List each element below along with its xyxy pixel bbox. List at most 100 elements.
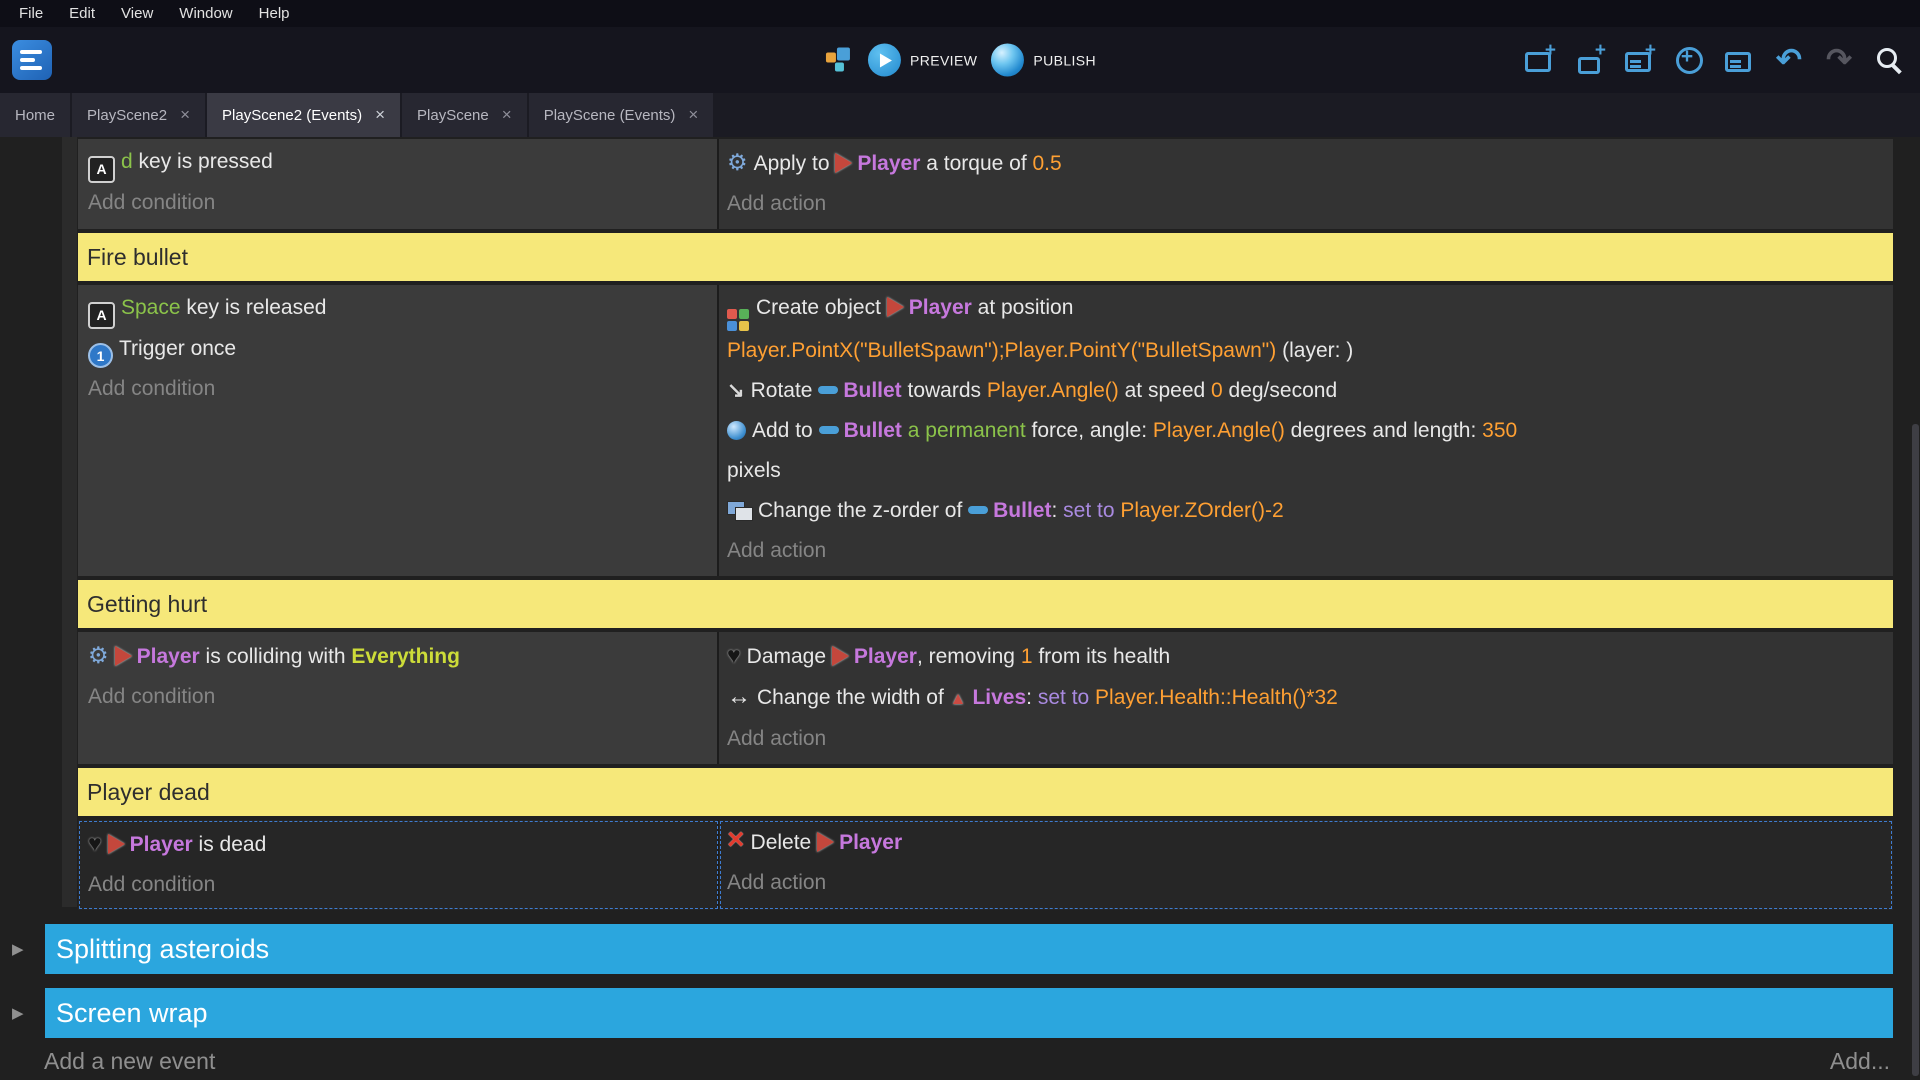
text-segment: Delete: [751, 831, 818, 854]
text-segment: Player: [130, 833, 193, 856]
text-segment: Player: [909, 296, 972, 319]
add-new-event-button[interactable]: Add a new event: [44, 1048, 215, 1075]
menu-item-file[interactable]: File: [6, 0, 56, 27]
action-line[interactable]: ⚙Apply to Player a torque of 0.5: [727, 142, 1883, 184]
action-cell: ×Delete PlayerAdd action: [719, 820, 1893, 910]
add-action-button[interactable]: Add action: [727, 863, 1883, 903]
action-line[interactable]: Change the z-order of Bullet: set to Pla…: [727, 491, 1883, 531]
text-segment: from its health: [1033, 645, 1171, 668]
comment-bar[interactable]: Getting hurt: [78, 580, 1893, 628]
text-segment: Player: [137, 645, 200, 668]
player-icon: [835, 153, 852, 173]
text-segment: degrees and length:: [1285, 419, 1482, 442]
trigger-icon: 1: [88, 343, 113, 368]
collapse-arrow-icon[interactable]: ▶: [12, 940, 24, 958]
text-segment: set to: [1063, 499, 1120, 522]
tab-playscene2[interactable]: PlayScene2×: [72, 93, 205, 137]
text-segment: a torque of: [920, 152, 1032, 175]
condition-line[interactable]: ♥Player is dead: [88, 823, 707, 865]
comment-bar[interactable]: Fire bullet: [78, 233, 1893, 281]
heart-icon: ♥: [88, 823, 102, 863]
text-segment: Player: [854, 645, 917, 668]
group-bar[interactable]: ▶Splitting asteroids: [45, 924, 1893, 974]
redo-icon[interactable]: ↷: [1822, 43, 1856, 77]
tab-close-icon[interactable]: ×: [688, 105, 698, 125]
condition-line[interactable]: Ad key is pressed: [88, 142, 707, 183]
action-line[interactable]: ↔Change the width of ▲Lives: set to Play…: [727, 677, 1883, 719]
add-condition-button[interactable]: Add condition: [88, 865, 707, 905]
gear-icon: ⚙: [727, 142, 748, 182]
tab-playscene[interactable]: PlayScene×: [402, 93, 527, 137]
text-segment: d: [121, 150, 133, 173]
event-row: Ad key is pressedAdd condition⚙Apply to …: [78, 139, 1893, 229]
text-segment: Space: [121, 296, 181, 319]
menu-item-help[interactable]: Help: [246, 0, 303, 27]
text-segment: key is released: [181, 296, 327, 319]
heart-icon: ♥: [727, 635, 741, 675]
tab-close-icon[interactable]: ×: [180, 105, 190, 125]
add-action-button[interactable]: Add action: [727, 719, 1883, 759]
add-condition-button[interactable]: Add condition: [88, 369, 707, 409]
text-segment: Player: [839, 831, 902, 854]
add-action-button[interactable]: Add action: [727, 531, 1883, 571]
action-line[interactable]: ♥Damage Player, removing 1 from its heal…: [727, 635, 1883, 677]
condition-line[interactable]: ASpace key is released: [88, 288, 707, 329]
condition-line[interactable]: 1Trigger once: [88, 329, 707, 369]
tab-label: PlayScene2 (Events): [222, 107, 362, 124]
tab-bar: HomePlayScene2×PlayScene2 (Events)×PlayS…: [0, 93, 1920, 137]
group-title: Splitting asteroids: [56, 934, 269, 965]
tab-home[interactable]: Home: [0, 93, 70, 137]
condition-cell: Ad key is pressedAdd condition: [78, 139, 719, 229]
preview-button[interactable]: PREVIEW: [868, 44, 977, 77]
add-action-button[interactable]: Add action: [727, 184, 1883, 224]
gdevelop-logo-icon[interactable]: [12, 40, 52, 80]
text-segment: Player: [857, 152, 920, 175]
search-icon[interactable]: [1872, 43, 1906, 77]
preview-options-icon[interactable]: [824, 45, 854, 75]
event-row: ⚙Player is colliding with EverythingAdd …: [78, 632, 1893, 764]
action-cell: ♥Damage Player, removing 1 from its heal…: [719, 632, 1893, 764]
add-choose-event-icon[interactable]: +: [1672, 43, 1706, 77]
tab-playscene-events-[interactable]: PlayScene (Events)×: [529, 93, 714, 137]
action-line[interactable]: ↘Rotate Bullet towards Player.Angle() at…: [727, 371, 1883, 411]
action-cell: Create object Player at position Player.…: [719, 285, 1893, 576]
add-more-button[interactable]: Add...: [1830, 1048, 1890, 1075]
add-sub-event-icon[interactable]: +: [1572, 43, 1606, 77]
undo-icon[interactable]: ↶: [1772, 43, 1806, 77]
text-segment: set to: [1038, 686, 1095, 709]
comment-text: Fire bullet: [87, 244, 188, 271]
toolbar-right-icons: + + + + ↶ ↷: [1522, 43, 1920, 77]
text-segment: 0: [1211, 379, 1223, 402]
tab-close-icon[interactable]: ×: [502, 105, 512, 125]
action-line[interactable]: ×Delete Player: [727, 823, 1883, 863]
add-event-icon[interactable]: +: [1522, 43, 1556, 77]
text-segment: is colliding with: [200, 645, 352, 668]
keyboard-icon: A: [88, 156, 115, 183]
toolbar: PREVIEW PUBLISH + + + + ↶ ↷: [0, 27, 1920, 93]
text-segment: Player.Angle(): [987, 379, 1119, 402]
condition-line[interactable]: ⚙Player is colliding with Everything: [88, 635, 707, 677]
player-icon: [108, 834, 125, 854]
add-comment-icon[interactable]: +: [1622, 43, 1656, 77]
add-condition-button[interactable]: Add condition: [88, 183, 707, 223]
condition-cell: ASpace key is released1Trigger onceAdd c…: [78, 285, 719, 576]
force-icon: [727, 421, 746, 440]
player-icon: [832, 646, 849, 666]
group-bar[interactable]: ▶Screen wrap: [45, 988, 1893, 1038]
menu-item-window[interactable]: Window: [166, 0, 245, 27]
publish-button[interactable]: PUBLISH: [991, 44, 1096, 77]
vertical-scrollbar[interactable]: [1912, 424, 1919, 1076]
comment-text: Getting hurt: [87, 591, 207, 618]
edit-events-icon[interactable]: [1722, 43, 1756, 77]
add-condition-button[interactable]: Add condition: [88, 677, 707, 717]
comment-bar[interactable]: Player dead: [78, 768, 1893, 816]
text-segment: at speed: [1119, 379, 1211, 402]
menu-item-edit[interactable]: Edit: [56, 0, 108, 27]
collapse-arrow-icon[interactable]: ▶: [12, 1004, 24, 1022]
tab-playscene2-events-[interactable]: PlayScene2 (Events) ×: [207, 93, 400, 137]
tab-close-icon[interactable]: ×: [375, 105, 385, 125]
action-line[interactable]: Create object Player at position Player.…: [727, 288, 1883, 371]
group-title: Screen wrap: [56, 998, 208, 1029]
action-line[interactable]: Add to Bullet a permanent force, angle: …: [727, 411, 1883, 491]
menu-item-view[interactable]: View: [108, 0, 166, 27]
